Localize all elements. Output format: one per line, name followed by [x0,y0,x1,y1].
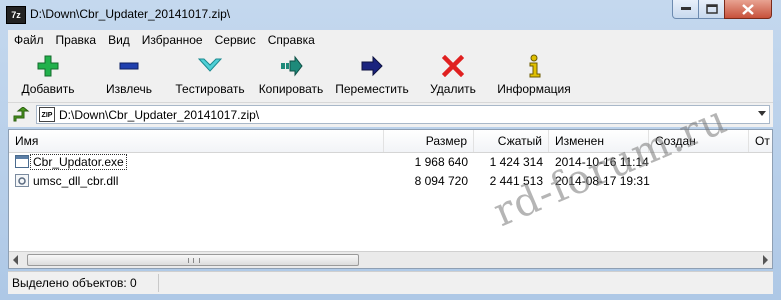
folder-up-icon[interactable] [12,107,30,123]
delete-button-label: Удалить [430,82,476,96]
address-path: D:\Down\Cbr_Updater_20141017.zip\ [59,108,260,122]
minimize-button[interactable] [672,0,699,19]
file-packed-size: 1 424 314 [489,155,543,169]
maximize-button[interactable] [698,0,725,19]
file-name: Cbr_Updator.exe [30,154,127,170]
menu-favorites[interactable]: Избранное [136,33,209,47]
column-header-accessed[interactable]: От [749,130,772,152]
check-arrow-icon [198,58,222,72]
zip-archive-icon: ZIP [39,107,55,122]
maximize-icon [705,4,718,14]
chevron-down-icon[interactable] [758,111,766,116]
move-arrow-icon [361,55,383,77]
menu-view[interactable]: Вид [102,33,136,47]
file-size: 8 094 720 [414,174,468,188]
table-row[interactable]: umsc_dll_cbr.dll 8 094 720 2 441 513 201… [9,172,772,190]
status-bar: Выделено объектов: 0 [8,271,773,294]
copy-button[interactable]: Копировать [254,54,328,100]
title-bar[interactable]: 7z D:\Down\Cbr_Updater_20141017.zip\ [0,0,781,30]
test-button-label: Тестировать [175,82,245,96]
menu-tools[interactable]: Сервис [209,33,262,47]
scroll-left-icon[interactable] [13,255,18,265]
info-button[interactable]: Информация [494,54,574,100]
menu-help[interactable]: Справка [262,33,321,47]
move-button-label: Переместить [335,82,409,96]
column-header-size[interactable]: Размер [384,130,474,152]
scrollbar-thumb[interactable] [27,254,359,266]
copy-button-label: Копировать [258,82,324,96]
grip-icon [188,258,200,263]
extract-button[interactable]: Извлечь [98,54,160,100]
gear-icon [18,177,26,185]
app-window: 7z D:\Down\Cbr_Updater_20141017.zip\ Фай… [0,0,781,300]
minus-icon [119,62,139,70]
toolbar: Добавить Извлечь Тестировать Копировать … [8,50,773,102]
status-selected-count: Выделено объектов: 0 [12,276,137,290]
move-button[interactable]: Переместить [334,54,410,100]
menu-file[interactable]: Файл [8,33,50,47]
file-name: umsc_dll_cbr.dll [33,174,119,188]
add-button[interactable]: Добавить [18,54,78,100]
delete-button[interactable]: Удалить [426,54,480,100]
app-7z-icon: 7z [6,6,26,24]
menu-edit[interactable]: Правка [50,33,103,47]
close-icon [742,3,754,15]
extract-button-label: Извлечь [105,82,152,96]
status-divider [158,274,159,292]
close-button[interactable] [724,0,772,19]
window-title: D:\Down\Cbr_Updater_20141017.zip\ [30,7,231,21]
test-button[interactable]: Тестировать [172,54,248,100]
minimize-icon [680,7,691,10]
horizontal-scrollbar[interactable] [9,251,772,268]
plus-icon [37,55,59,77]
delete-x-icon [442,55,464,77]
exe-file-icon [15,155,29,168]
add-button-label: Добавить [21,82,75,96]
column-header-packed[interactable]: Сжатый [474,130,549,152]
info-icon [529,54,541,78]
file-size: 1 968 640 [414,155,468,169]
dll-file-icon [15,174,29,187]
info-button-label: Информация [497,82,571,96]
scroll-right-icon[interactable] [763,255,768,265]
column-header-name[interactable]: Имя [9,130,384,152]
copy-arrow-icon [281,55,303,77]
menu-bar: Файл Правка Вид Избранное Сервис Справка [8,30,773,50]
